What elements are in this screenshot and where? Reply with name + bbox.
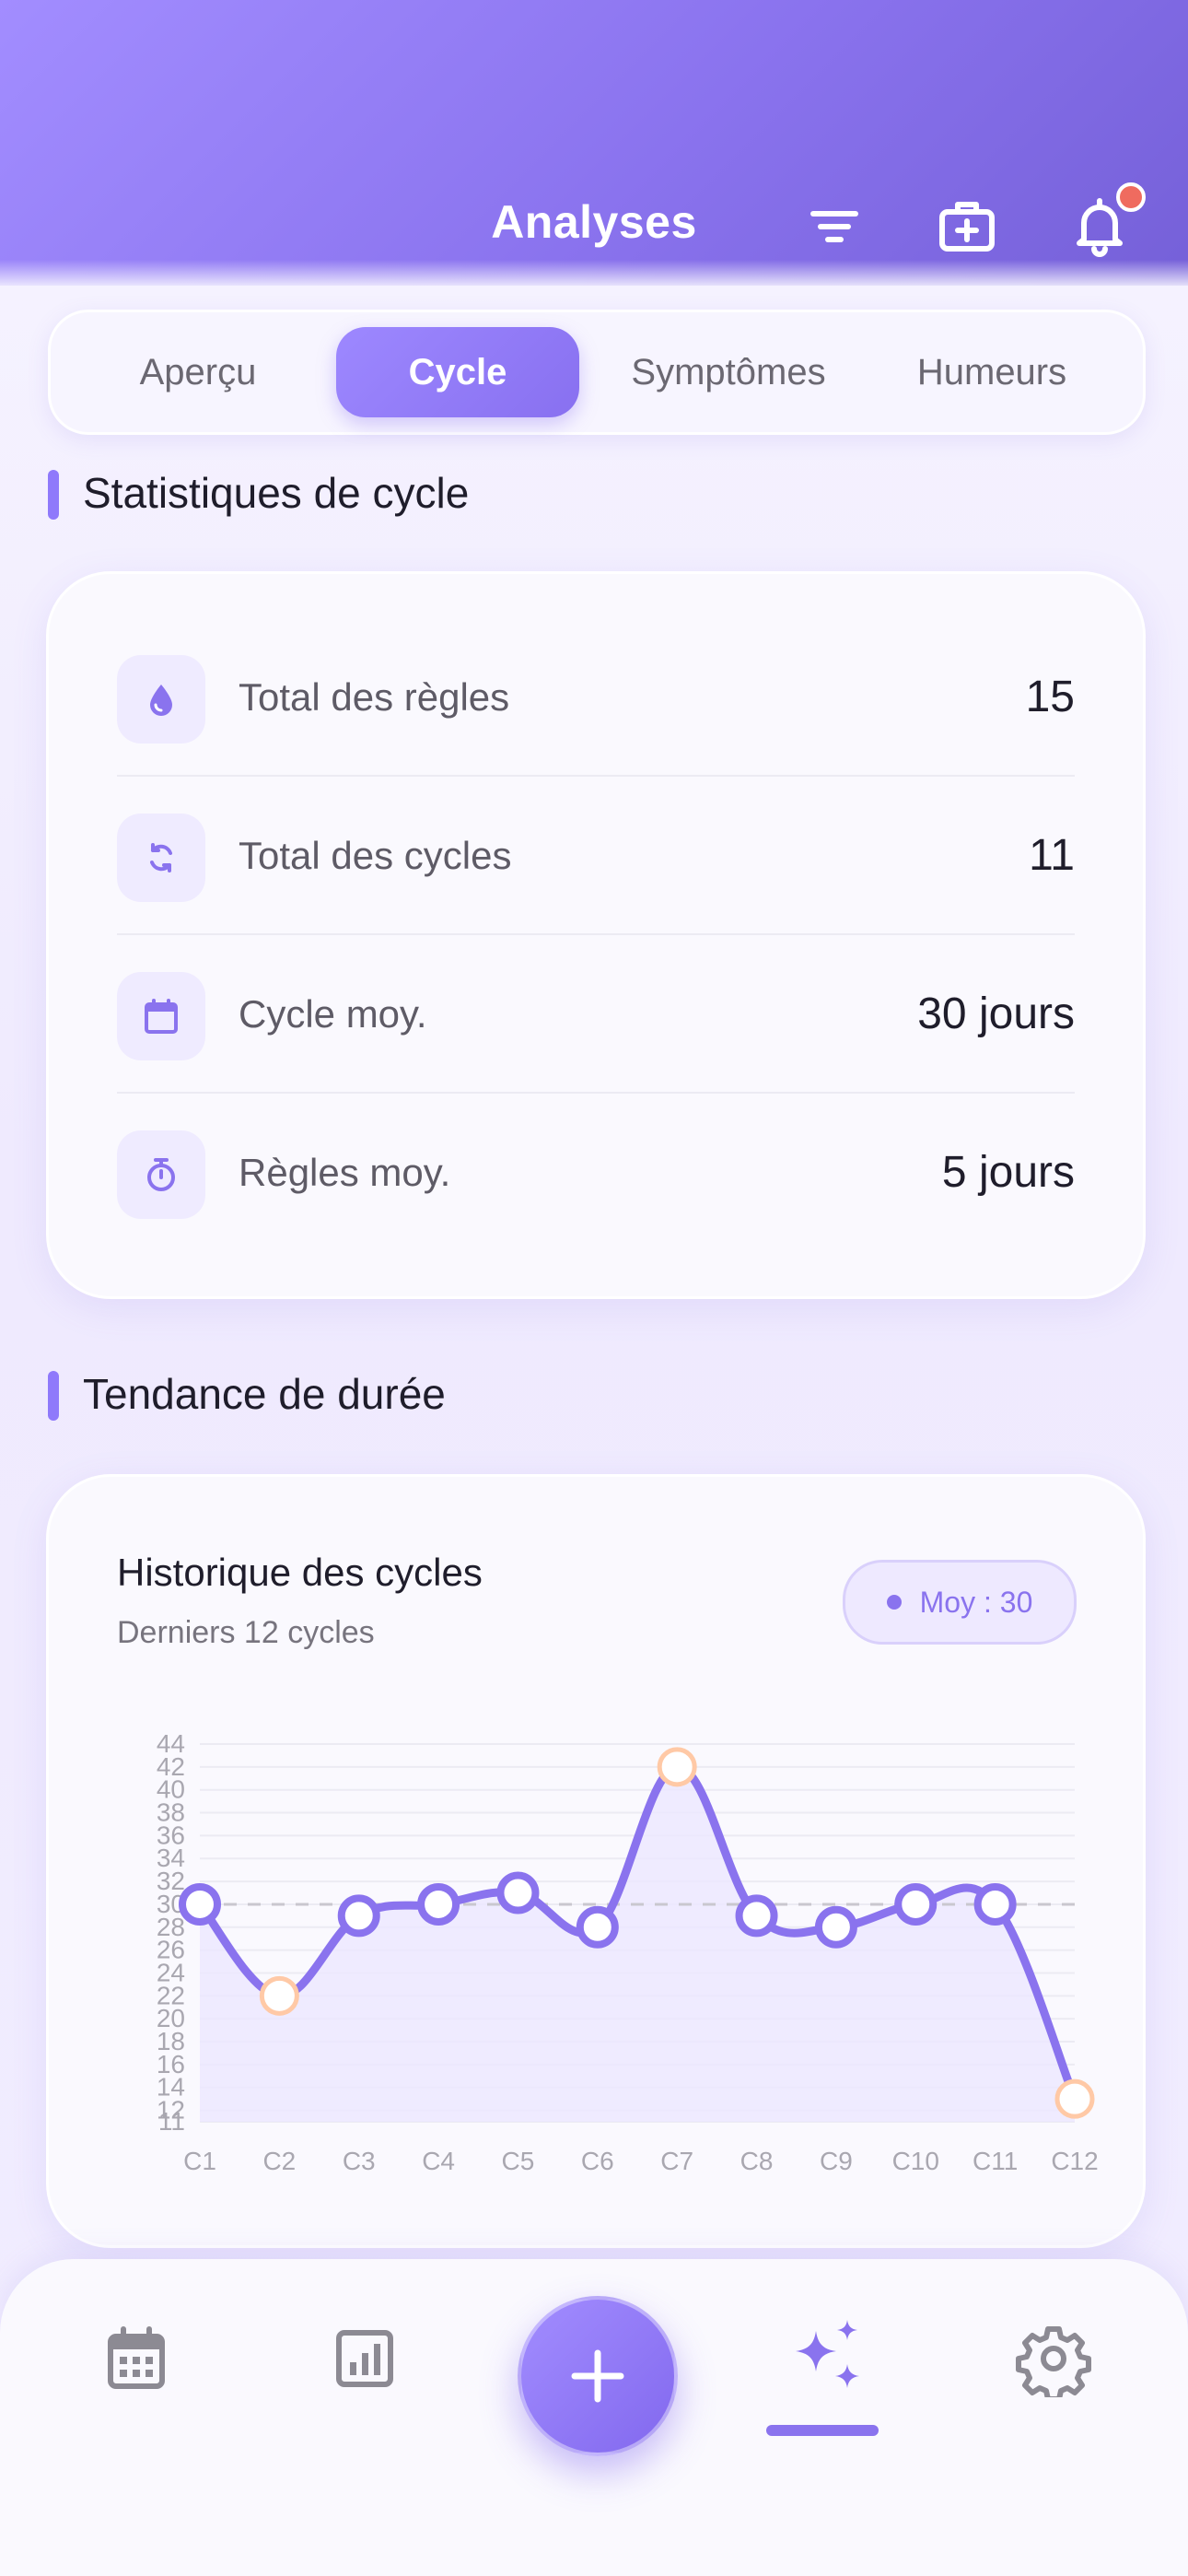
data-point-c4 bbox=[417, 1882, 460, 1926]
x-tick-label: C3 bbox=[343, 2147, 376, 2175]
bar-chart-icon[interactable] bbox=[326, 2320, 403, 2397]
data-point-c10 bbox=[894, 1882, 938, 1926]
stat-row-avg-period: Règles moy. 5 jours bbox=[117, 1094, 1075, 1250]
stat-value: 30 jours bbox=[917, 989, 1075, 1038]
section-title-stats: Statistiques de cycle bbox=[48, 468, 469, 520]
stats-card: Total des règles 15 Total des cycles 11 … bbox=[46, 571, 1146, 1299]
active-tab-indicator bbox=[766, 2425, 879, 2436]
data-point-c8 bbox=[735, 1894, 778, 1938]
chart-grid bbox=[200, 1743, 1075, 2123]
y-tick-label: 44 bbox=[157, 1729, 185, 1758]
x-tick-label: C12 bbox=[1051, 2147, 1098, 2175]
drop-icon bbox=[117, 655, 205, 744]
tab-humeurs[interactable]: Humeurs bbox=[870, 327, 1113, 417]
trend-card: Historique des cycles Derniers 12 cycles… bbox=[46, 1474, 1146, 2248]
stat-row-total-periods: Total des règles 15 bbox=[117, 618, 1075, 775]
page-title: Analyses bbox=[491, 196, 697, 248]
timer-icon bbox=[117, 1130, 205, 1219]
y-tick-label: 32 bbox=[157, 1867, 185, 1895]
x-axis-ticks: C1 C2 C3 C4 C5 C6 C7 C8 C9 C10 C11 C12 bbox=[183, 2147, 1099, 2175]
filter-icon[interactable] bbox=[802, 193, 867, 258]
stat-value: 11 bbox=[1029, 831, 1075, 880]
stat-label: Total des règles bbox=[239, 675, 510, 719]
gear-icon[interactable] bbox=[1015, 2320, 1092, 2402]
y-tick-label: 36 bbox=[157, 1821, 185, 1849]
data-point-c1 bbox=[179, 1882, 221, 1926]
data-point-c7 bbox=[657, 1747, 697, 1787]
y-tick-label: 11 bbox=[158, 2107, 185, 2136]
series-line bbox=[195, 1762, 1079, 2103]
stat-value: 5 jours bbox=[941, 1148, 1075, 1197]
series-points bbox=[179, 1747, 1095, 2119]
y-tick-label: 14 bbox=[157, 2073, 185, 2102]
tab-apercu[interactable]: Aperçu bbox=[76, 327, 320, 417]
sparkles-icon[interactable] bbox=[783, 2313, 871, 2401]
x-tick-label: C6 bbox=[581, 2147, 614, 2175]
stat-label: Règles moy. bbox=[239, 1151, 451, 1194]
y-tick-label: 28 bbox=[157, 1913, 185, 1941]
y-axis-ticks: 111214161820222426283032343638404244 bbox=[157, 1729, 185, 2136]
x-tick-label: C7 bbox=[660, 2147, 693, 2175]
y-tick-label: 40 bbox=[157, 1775, 185, 1804]
app-header: Analyses bbox=[0, 0, 1188, 286]
average-label: Moy : 30 bbox=[919, 1585, 1033, 1619]
section-title-trend: Tendance de durée bbox=[48, 1369, 446, 1421]
chart-subtitle: Derniers 12 cycles bbox=[117, 1615, 375, 1650]
x-tick-label: C1 bbox=[183, 2147, 216, 2175]
data-point-c3 bbox=[337, 1894, 380, 1938]
refresh-icon bbox=[117, 814, 205, 902]
tab-symptomes[interactable]: Symptômes bbox=[607, 327, 850, 417]
calendar-icon[interactable] bbox=[98, 2320, 175, 2397]
data-point-c6 bbox=[576, 1905, 619, 1949]
stat-value: 15 bbox=[1025, 673, 1075, 721]
x-tick-label: C8 bbox=[740, 2147, 774, 2175]
data-point-c9 bbox=[814, 1905, 857, 1949]
y-tick-label: 24 bbox=[157, 1958, 185, 1986]
y-tick-label: 34 bbox=[157, 1844, 185, 1872]
series-area bbox=[200, 1766, 1075, 2122]
x-tick-label: C10 bbox=[892, 2147, 939, 2175]
y-tick-label: 16 bbox=[157, 2050, 185, 2078]
x-tick-label: C9 bbox=[820, 2147, 853, 2175]
average-pill: Moy : 30 bbox=[843, 1560, 1077, 1645]
y-tick-label: 22 bbox=[157, 1981, 185, 2009]
stat-label: Total des cycles bbox=[239, 834, 512, 877]
average-dot bbox=[886, 1595, 902, 1610]
y-tick-label: 18 bbox=[157, 2027, 185, 2055]
x-tick-label: C2 bbox=[262, 2147, 296, 2175]
stat-label: Cycle moy. bbox=[239, 992, 427, 1036]
calendar-icon bbox=[117, 972, 205, 1060]
stat-row-avg-cycle: Cycle moy. 30 jours bbox=[117, 935, 1075, 1092]
data-point-c11 bbox=[973, 1882, 1017, 1926]
medical-kit-icon[interactable] bbox=[935, 193, 999, 258]
data-point-c5 bbox=[496, 1871, 540, 1914]
x-tick-label: C5 bbox=[502, 2147, 535, 2175]
x-tick-label: C4 bbox=[422, 2147, 455, 2175]
add-icon bbox=[571, 2349, 624, 2403]
y-tick-label: 38 bbox=[157, 1798, 185, 1827]
y-tick-label: 42 bbox=[157, 1752, 185, 1781]
y-tick-label: 26 bbox=[157, 1936, 185, 1964]
segmented-tabs: Aperçu Cycle Symptômes Humeurs bbox=[48, 310, 1146, 435]
notification-badge bbox=[1116, 182, 1146, 212]
bottom-navigation bbox=[0, 2259, 1188, 2576]
data-point-c12 bbox=[1054, 2078, 1095, 2119]
chart-title: Historique des cycles bbox=[117, 1551, 483, 1594]
y-tick-label: 20 bbox=[157, 2004, 185, 2032]
data-point-c2 bbox=[259, 1975, 299, 2016]
x-tick-label: C11 bbox=[973, 2147, 1018, 2175]
stat-row-total-cycles: Total des cycles 11 bbox=[117, 777, 1075, 933]
y-tick-label: 30 bbox=[157, 1890, 185, 1918]
tab-cycle[interactable]: Cycle bbox=[336, 327, 579, 417]
add-entry-button[interactable] bbox=[518, 2296, 678, 2456]
y-tick-label: 12 bbox=[157, 2096, 185, 2125]
